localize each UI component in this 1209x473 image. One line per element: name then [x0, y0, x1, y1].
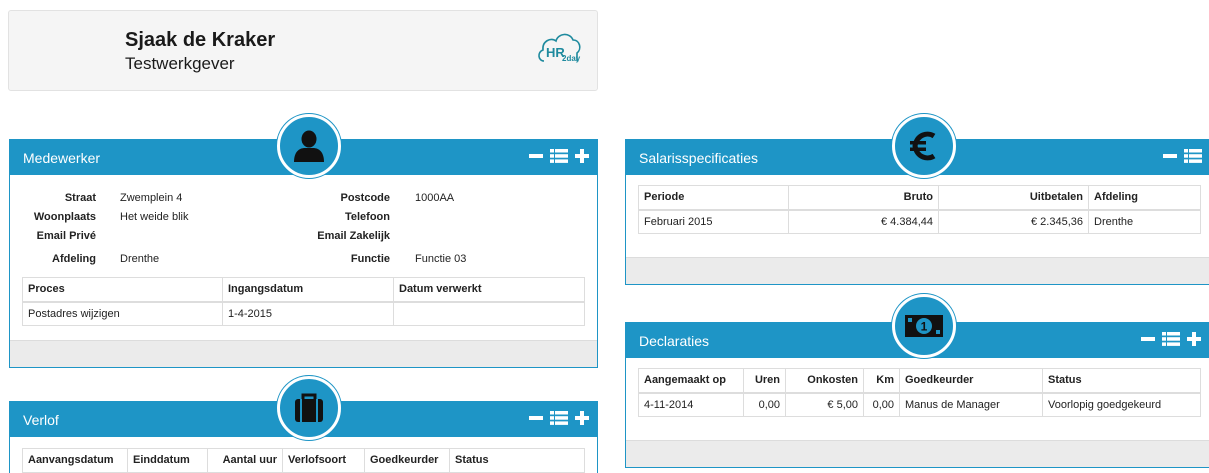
employee-name: Sjaak de Kraker: [125, 29, 276, 51]
column-header[interactable]: Goedkeurder: [364, 448, 450, 473]
table-cell: Februari 2015: [638, 209, 789, 234]
column-header[interactable]: Bruto: [788, 185, 939, 211]
verlof-table: Aanvangsdatum Einddatum Aantal uur Verlo…: [22, 448, 585, 473]
collapse-icon[interactable]: [1140, 331, 1156, 347]
table-cell: [393, 301, 585, 326]
column-header[interactable]: Status: [449, 448, 585, 473]
table-row[interactable]: 4-11-2014 0,00 € 5,00 0,00 Manus de Mana…: [638, 392, 1201, 417]
table-cell: Voorlopig goedgekeurd: [1042, 392, 1201, 417]
table-cell: 0,00: [743, 392, 786, 417]
table-cell: 4-11-2014: [638, 392, 744, 417]
hr2day-logo-icon: HR 2day: [538, 33, 581, 63]
salaris-table: Periode Bruto Uitbetalen Afdeling Februa…: [638, 185, 1201, 234]
salaris-title: Salarisspecificaties: [639, 150, 759, 166]
straat-label: Straat: [64, 192, 96, 204]
afdeling-label: Afdeling: [52, 253, 96, 265]
column-header[interactable]: Periode: [638, 185, 789, 211]
column-header[interactable]: Aantal uur: [207, 448, 283, 473]
email-zakelijk-label: Email Zakelijk: [317, 230, 390, 242]
table-cell: € 5,00: [785, 392, 864, 417]
column-header[interactable]: Aangemaakt op: [638, 368, 744, 394]
column-header[interactable]: Goedkeurder: [899, 368, 1043, 394]
process-table: Proces Ingangsdatum Datum verwerkt Posta…: [22, 277, 585, 326]
logo-text-sub: 2day: [562, 54, 581, 63]
person-icon: [277, 114, 341, 178]
employer-name: Testwerkgever: [125, 54, 235, 73]
column-header[interactable]: Verlofsoort: [282, 448, 365, 473]
table-cell: Manus de Manager: [899, 392, 1043, 417]
column-header[interactable]: Uitbetalen: [938, 185, 1089, 211]
column-header[interactable]: Ingangsdatum: [222, 277, 394, 303]
list-icon[interactable]: [550, 410, 568, 426]
column-header[interactable]: Km: [863, 368, 900, 394]
postcode-value: 1000AA: [415, 192, 455, 204]
woonplaats-value: Het weide blik: [120, 211, 189, 223]
column-header[interactable]: Afdeling: [1088, 185, 1201, 211]
table-cell: 1-4-2015: [222, 301, 394, 326]
collapse-icon[interactable]: [1162, 148, 1178, 164]
briefcase-icon: [277, 376, 341, 440]
svg-text:1: 1: [921, 320, 928, 334]
medewerker-title: Medewerker: [23, 150, 101, 166]
table-row[interactable]: Februari 2015 € 4.384,44 € 2.345,36 Dren…: [638, 209, 1201, 234]
woonplaats-label: Woonplaats: [33, 211, 96, 223]
add-icon[interactable]: [574, 410, 590, 426]
column-header[interactable]: Einddatum: [127, 448, 208, 473]
verlof-title: Verlof: [23, 412, 59, 428]
banknote-icon: 1: [892, 294, 956, 358]
declaraties-table: Aangemaakt op Uren Onkosten Km Goedkeurd…: [638, 368, 1201, 417]
email-prive-label: Email Privé: [36, 230, 96, 242]
functie-value: Functie 03: [415, 253, 467, 265]
table-cell: € 4.384,44: [788, 209, 939, 234]
straat-value: Zwemplein 4: [120, 192, 183, 204]
postcode-label: Postcode: [340, 192, 390, 204]
employee-details: Straat Zwemplein 4 Woonplaats Het weide …: [10, 192, 599, 272]
declaraties-panel-footer: [626, 440, 1209, 467]
table-cell: 0,00: [863, 392, 900, 417]
table-row[interactable]: Postadres wijzigen 1-4-2015: [22, 301, 585, 326]
declaraties-title: Declaraties: [639, 333, 710, 349]
add-icon[interactable]: [574, 148, 590, 164]
functie-label: Functie: [350, 253, 390, 265]
column-header[interactable]: Aanvangsdatum: [22, 448, 128, 473]
table-cell: € 2.345,36: [938, 209, 1089, 234]
column-header[interactable]: Proces: [22, 277, 223, 303]
list-icon[interactable]: [1184, 148, 1202, 164]
list-icon[interactable]: [550, 148, 568, 164]
column-header[interactable]: Datum verwerkt: [393, 277, 585, 303]
table-cell: Postadres wijzigen: [22, 301, 223, 326]
column-header[interactable]: Onkosten: [785, 368, 864, 394]
medewerker-panel-footer: [10, 340, 597, 367]
salaris-panel-footer: [626, 257, 1209, 284]
list-icon[interactable]: [1162, 331, 1180, 347]
employee-header: Sjaak de Kraker Testwerkgever HR 2day: [8, 10, 598, 91]
collapse-icon[interactable]: [528, 148, 544, 164]
table-cell: Drenthe: [1088, 209, 1201, 234]
afdeling-value: Drenthe: [120, 253, 160, 265]
add-icon[interactable]: [1186, 331, 1202, 347]
column-header[interactable]: Uren: [743, 368, 786, 394]
telefoon-label: Telefoon: [344, 211, 390, 223]
euro-icon: [892, 114, 956, 178]
column-header[interactable]: Status: [1042, 368, 1201, 394]
collapse-icon[interactable]: [528, 410, 544, 426]
